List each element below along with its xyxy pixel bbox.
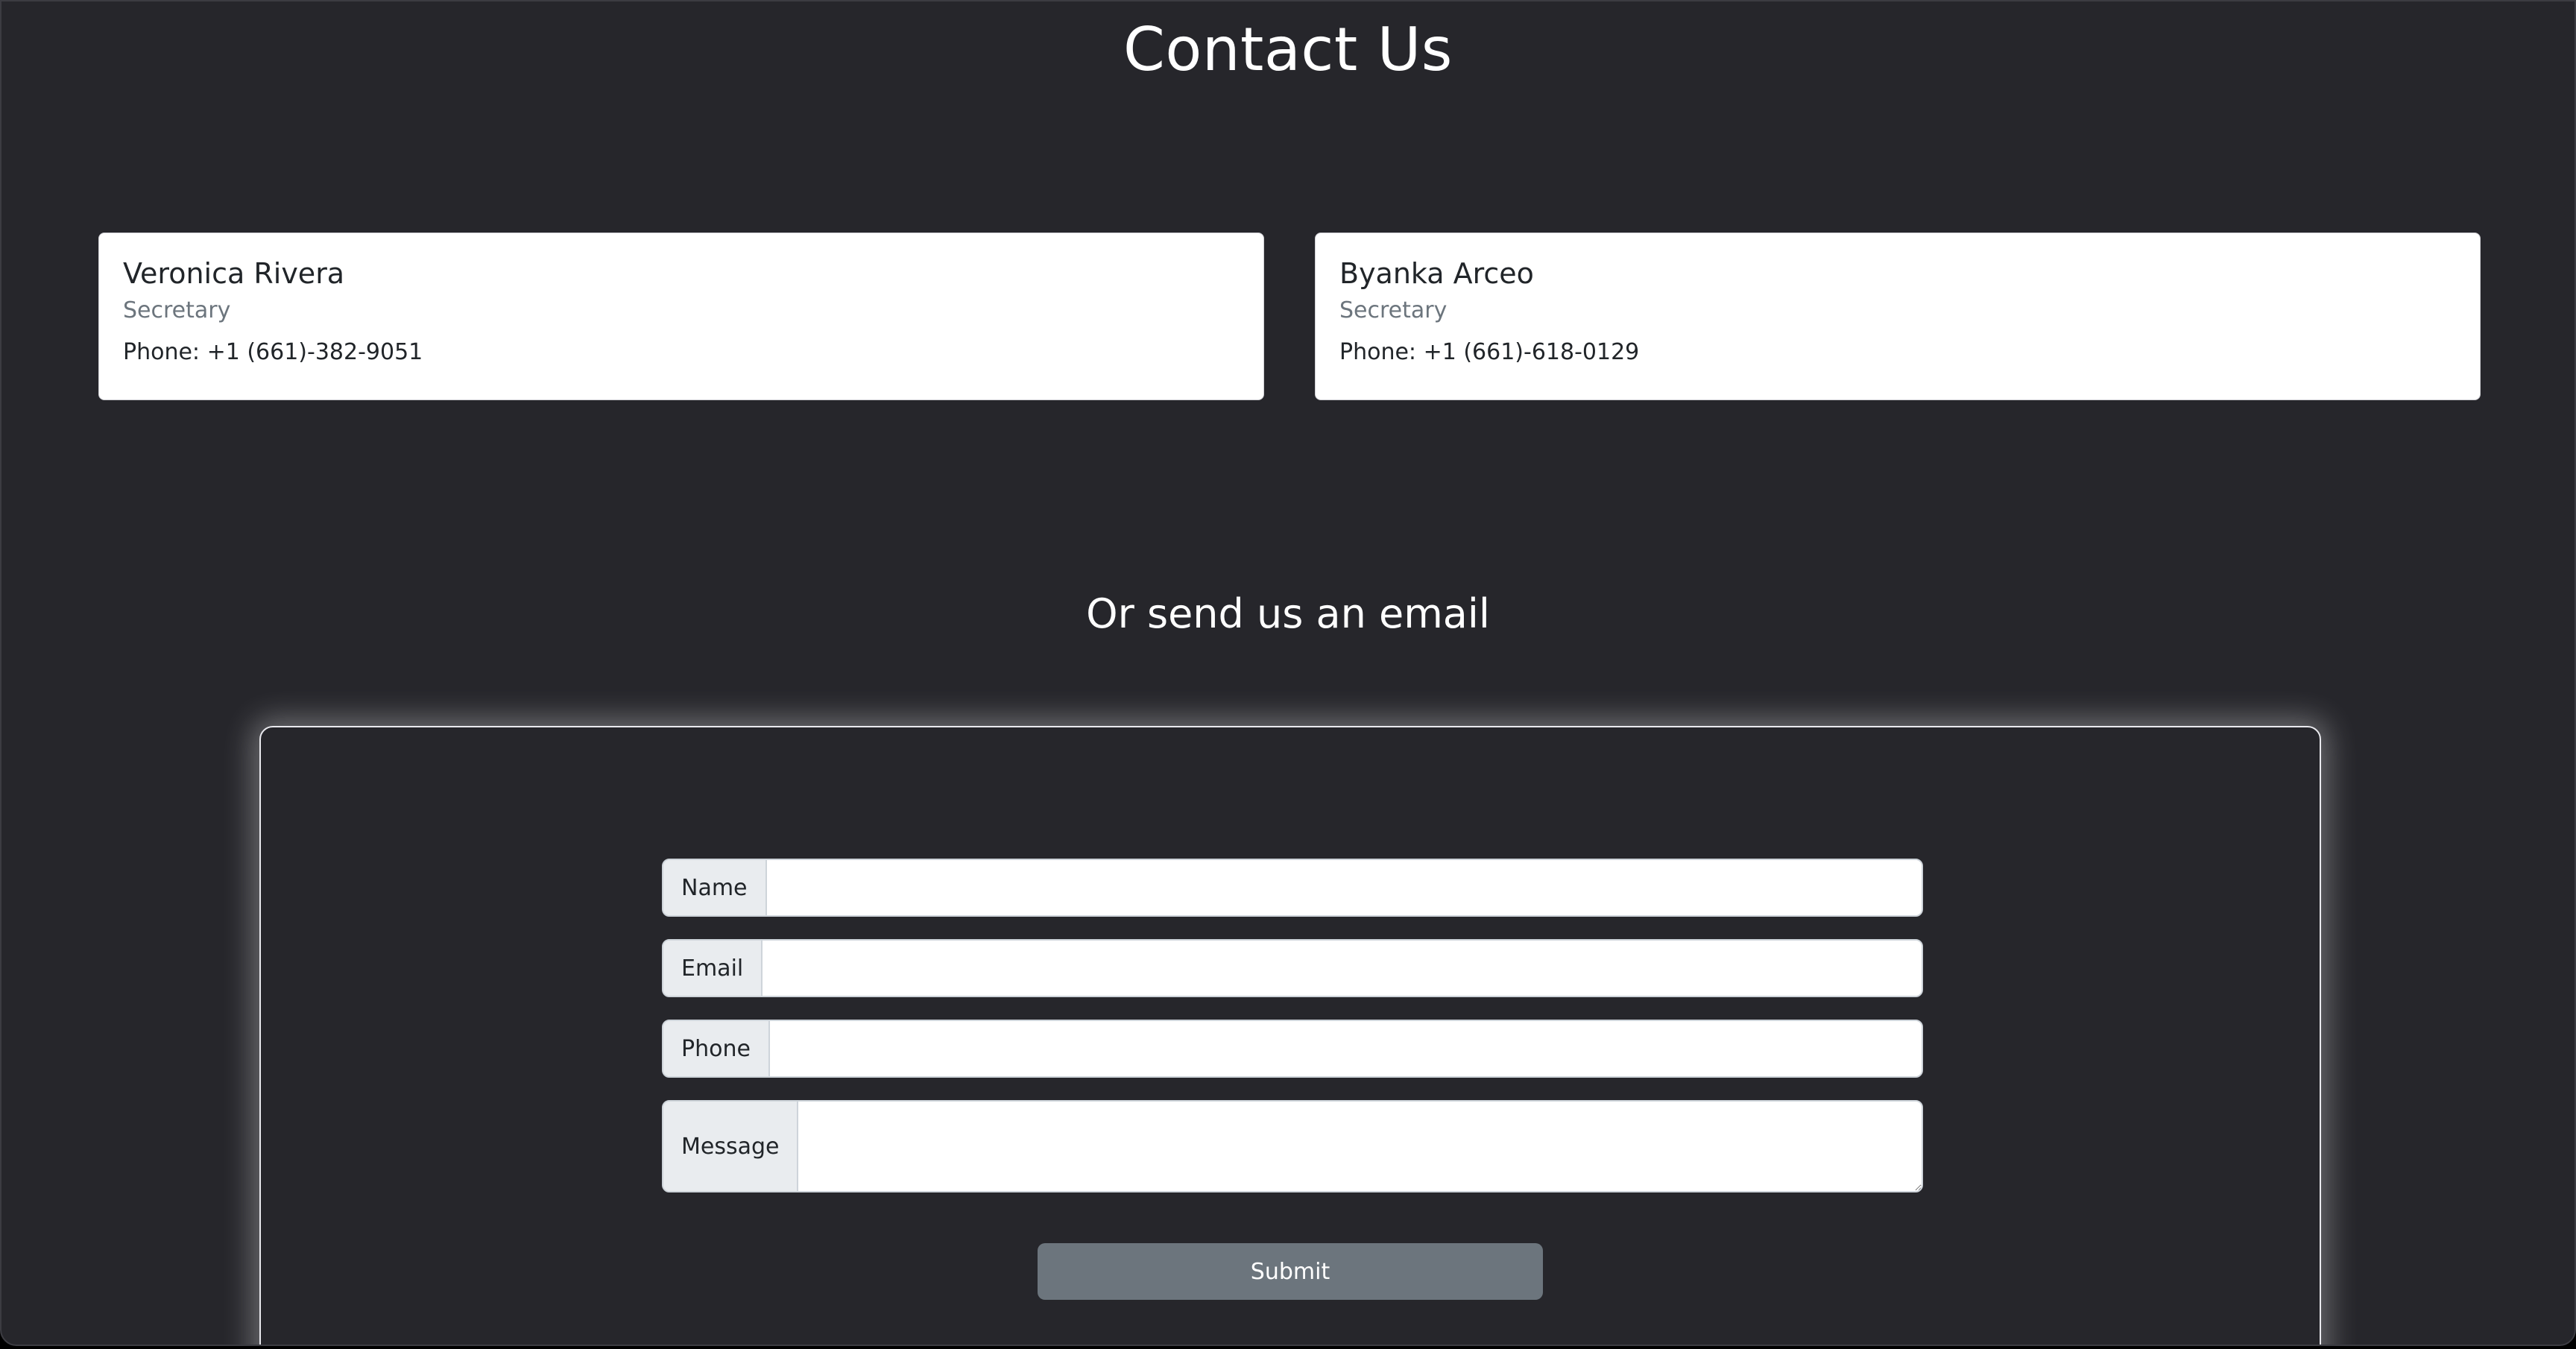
phone-input[interactable] [769,1021,1922,1076]
page-frame: Contact Us Veronica Rivera Secretary Pho… [0,0,2576,1346]
contact-role: Secretary [1339,297,1448,323]
message-label: Message [663,1102,799,1191]
phone-input-group: Phone [662,1020,1923,1078]
submit-button[interactable]: Submit [1038,1243,1543,1300]
contact-card-byanka-arceo: Byanka Arceo Secretary Phone: +1 (661)-6… [1315,233,2481,400]
email-input[interactable] [763,941,1922,996]
message-textarea[interactable] [798,1102,1922,1191]
name-input-group: Name [662,859,1923,917]
contact-phone: Phone: +1 (661)-382-9051 [123,338,423,365]
phone-label: Phone [663,1021,770,1076]
contact-form: Name Email Phone Message Submit [259,726,2321,1345]
email-label: Email [663,941,763,996]
email-section-title: Or send us an email [1086,590,1490,637]
email-input-group: Email [662,939,1923,997]
contact-phone: Phone: +1 (661)-618-0129 [1339,338,1640,365]
contact-name: Veronica Rivera [123,257,345,290]
contact-role: Secretary [123,297,231,323]
page-title: Contact Us [1123,15,1453,84]
message-input-group: Message [662,1100,1923,1192]
contact-card-veronica-rivera: Veronica Rivera Secretary Phone: +1 (661… [98,233,1264,400]
contact-name: Byanka Arceo [1339,257,1534,290]
name-input[interactable] [766,860,1922,915]
name-label: Name [663,860,767,915]
